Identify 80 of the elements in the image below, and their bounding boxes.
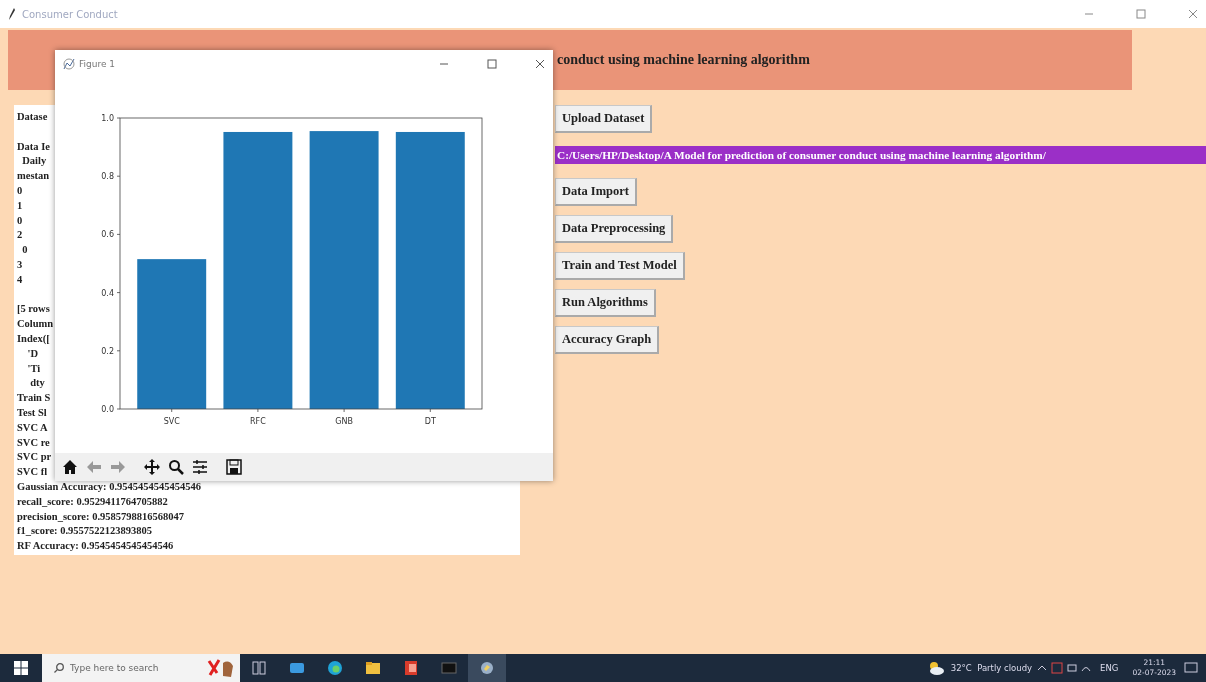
output-line: 0 xyxy=(21,243,28,258)
office-icon[interactable] xyxy=(403,660,419,676)
notifications-icon[interactable] xyxy=(1184,662,1198,674)
output-line: 'Ti xyxy=(26,361,41,376)
tick-mark xyxy=(116,350,121,352)
output-line: Datase xyxy=(17,110,48,124)
sliders-icon[interactable] xyxy=(192,459,208,475)
y-tick-label: 0.8 xyxy=(101,172,114,182)
tick-mark xyxy=(116,117,121,119)
y-tick-label: 0.0 xyxy=(101,405,114,414)
output-line: Train S xyxy=(17,391,51,406)
y-tick-label: 0.2 xyxy=(101,346,114,356)
action-button[interactable]: Run Algorithms xyxy=(555,289,656,317)
output-line: Index([ xyxy=(17,331,50,346)
move-icon[interactable] xyxy=(144,459,160,475)
tick-mark xyxy=(116,175,121,177)
action-button[interactable]: Data Preprocessing xyxy=(555,215,674,243)
app-icons-drawing[interactable] xyxy=(207,657,235,679)
y-tick-label: 0.4 xyxy=(101,288,114,298)
tick-mark xyxy=(171,408,173,413)
output-line: recall_score: 0.9529411764705882 xyxy=(17,494,168,509)
output-line: mestan xyxy=(17,169,50,184)
tick-mark xyxy=(116,234,121,235)
output-line: SVC re xyxy=(17,435,50,450)
action-button[interactable]: Upload Dataset xyxy=(555,105,653,133)
output-line: RF Accuracy: 0.9545454545454546 xyxy=(17,539,174,554)
mail-icon[interactable] xyxy=(289,660,305,676)
window-title: Figure 1 xyxy=(79,59,117,69)
window-title: Consumer Conduct xyxy=(22,8,119,20)
output-line: 4 xyxy=(17,272,23,287)
home-icon[interactable] xyxy=(62,459,78,475)
browser-icon[interactable] xyxy=(327,660,343,676)
search-icon xyxy=(54,663,64,673)
action-button[interactable]: Train and Test Model xyxy=(555,252,685,280)
weather-text: 32°C Partly cloudy xyxy=(950,663,1033,673)
output-line: 'D xyxy=(26,346,38,361)
output-line: [5 rows xyxy=(17,302,50,317)
output-line: Gaussian Accuracy: 0.9545454545454546 xyxy=(17,479,202,494)
header-title: conduct using machine learning algorithm xyxy=(557,52,810,68)
output-line: 2 xyxy=(17,228,23,243)
action-button[interactable]: Data Import xyxy=(555,178,637,206)
x-tick-label: GNB xyxy=(335,417,353,426)
tick-mark xyxy=(429,408,431,413)
x-tick-label: DT xyxy=(424,417,436,426)
x-tick-label: RFC xyxy=(250,417,266,426)
y-tick-label: 0.6 xyxy=(101,230,114,240)
output-line: SVC pr xyxy=(17,450,52,465)
output-line: Column xyxy=(17,317,54,332)
output-line: f1_score: 0.9557522123893805 xyxy=(17,524,153,539)
output-line: Data Ie xyxy=(17,139,50,154)
save-icon[interactable] xyxy=(226,459,242,475)
tick-mark xyxy=(116,292,121,293)
output-line: 0 xyxy=(17,213,23,228)
windows-start-icon[interactable] xyxy=(14,661,28,675)
close-icon[interactable] xyxy=(535,59,545,69)
folder-icon[interactable] xyxy=(365,660,381,676)
output-line: precision_score: 0.9585798816568047 xyxy=(17,509,184,524)
tick-mark xyxy=(116,408,121,410)
action-button[interactable]: Accuracy Graph xyxy=(555,326,660,354)
close-icon[interactable] xyxy=(1188,9,1198,19)
figure-icon xyxy=(63,58,75,70)
file-path-label: C:/Users/HP/Desktop/A Model for prediction of consumer conduct using machine learning algorithm/ xyxy=(555,146,1206,164)
y-tick-label: 1.0 xyxy=(101,114,114,123)
search-field[interactable]: Type here to search xyxy=(42,654,202,682)
output-line: 0 xyxy=(17,184,23,198)
maximize-icon[interactable] xyxy=(487,59,497,69)
output-line: SVC A xyxy=(17,420,48,435)
zoom-icon[interactable] xyxy=(168,459,184,475)
output-line: dty xyxy=(29,376,45,391)
output-line: 1 xyxy=(17,198,23,213)
output-line: Test Sl xyxy=(17,405,47,420)
language-indicator[interactable]: ENG xyxy=(1100,663,1119,673)
feather-icon xyxy=(8,8,16,20)
tick-mark xyxy=(343,408,345,413)
output-line: Daily xyxy=(21,154,47,169)
output-line: SVC fl xyxy=(17,465,48,480)
x-tick-label: SVC xyxy=(163,417,180,426)
output-line: 3 xyxy=(17,257,23,272)
tick-mark xyxy=(257,408,259,413)
task-view-icon[interactable] xyxy=(251,660,267,676)
